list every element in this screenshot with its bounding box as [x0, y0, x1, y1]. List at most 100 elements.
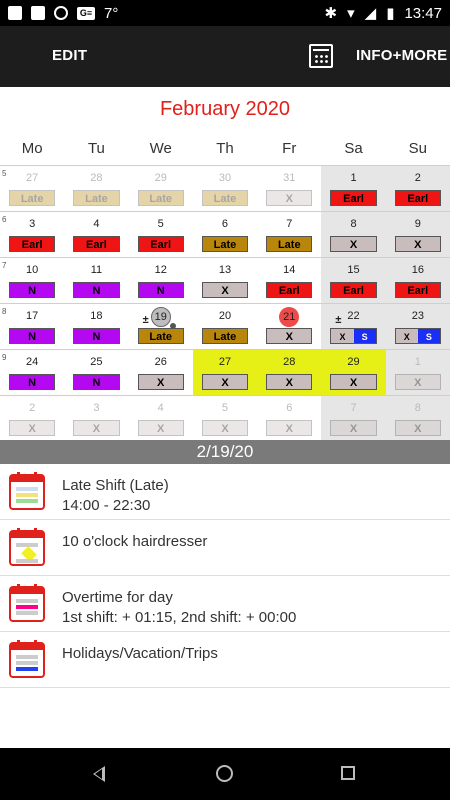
app-bar: EDIT INFO+MORE — [0, 26, 450, 87]
bluetooth-icon: ✱ — [324, 5, 338, 22]
day-number: 3 — [29, 218, 36, 230]
day-cell[interactable]: ±22 X S — [321, 304, 386, 350]
shift-badge: X — [201, 420, 249, 436]
day-cell[interactable]: 12 N — [129, 258, 193, 304]
shift-badge: X — [9, 420, 56, 436]
shift-badge: Earl — [394, 190, 441, 206]
day-cell[interactable]: 11 N — [64, 258, 128, 304]
event-title: Overtime for day — [62, 589, 173, 606]
day-cell[interactable]: 3X — [64, 396, 128, 442]
day-cell[interactable]: 27 X — [192, 350, 258, 396]
day-cell[interactable]: 6X — [257, 396, 321, 442]
weekday-label: Tu — [87, 140, 105, 157]
day-cell[interactable]: ±19 Late — [129, 304, 193, 350]
battery-icon: ▮ — [386, 5, 395, 22]
day-cell[interactable]: 31 X — [257, 166, 321, 212]
day-cell[interactable]: 2X — [0, 396, 64, 442]
wifi-icon: ▾ — [347, 5, 355, 22]
day-cell[interactable]: 1X — [385, 350, 450, 396]
weekday-label: Su — [408, 140, 427, 157]
day-cell[interactable]: 7 Late — [257, 212, 321, 258]
recents-icon[interactable] — [341, 766, 355, 780]
day-cell[interactable]: 7X — [321, 396, 386, 442]
shift-badge: Earl — [394, 282, 441, 298]
event-title: Late Shift (Late) — [62, 477, 169, 494]
day-number: 9 — [414, 218, 421, 230]
day-number: 6 — [286, 402, 293, 414]
clock: 13:47 — [404, 4, 442, 22]
week-row: 8 17 N 18 N ±19 Late 20 Late 21 X ±22 X S 23 X S — [0, 303, 450, 350]
week-number: 7 — [2, 261, 7, 270]
day-cell[interactable]: 2 Earl — [385, 166, 450, 212]
shift-badge: XS — [394, 328, 441, 344]
day-cell[interactable]: 29 Late — [129, 166, 193, 212]
status-bar: G≡ 7° ✱ ▾ ◢ ▮ 13:47 — [0, 0, 450, 26]
event-list: Late Shift (Late) 14:00 - 22:30 10 o'clock… — [0, 464, 450, 688]
event-item[interactable]: 10 o'clock hairdresser — [0, 520, 450, 576]
shift-badge-s: S — [417, 329, 440, 343]
day-number: 3 — [93, 402, 100, 414]
weekday-label: Mo — [21, 140, 43, 157]
day-cell[interactable]: 23 X S — [385, 304, 450, 350]
month-title[interactable]: February 2020 — [0, 98, 450, 121]
day-cell[interactable]: 10 N — [0, 258, 64, 304]
back-icon[interactable] — [93, 766, 105, 782]
overtime-calendar-icon — [9, 584, 45, 622]
temperature: 7° — [104, 4, 119, 22]
day-cell[interactable]: 5 Earl — [129, 212, 193, 258]
shift-badge: X — [330, 374, 377, 390]
shift-badge: X — [394, 420, 441, 436]
day-cell[interactable]: 6 Late — [193, 212, 257, 258]
day-number: 27 — [26, 172, 39, 184]
shift-badge: N — [9, 374, 56, 390]
event-item[interactable]: Late Shift (Late) 14:00 - 22:30 — [0, 464, 450, 520]
day-cell[interactable]: 29 X — [321, 350, 386, 396]
overtime-marker: ± — [142, 314, 149, 326]
day-cell[interactable]: 5X — [193, 396, 257, 442]
day-number: 29 — [347, 356, 360, 368]
day-cell[interactable]: 28 Late — [64, 166, 128, 212]
day-cell[interactable]: 30 Late — [193, 166, 257, 212]
shift-badge: Earl — [330, 282, 377, 298]
month-grid: 5 27 Late 28 Late 29 Late 30 Late 31 X 1 Earl 2 Earl 6 3… — [0, 165, 450, 442]
day-cell[interactable]: 16 Earl — [385, 258, 450, 304]
day-cell[interactable]: 8X — [321, 212, 386, 258]
day-cell[interactable]: 3 Earl — [0, 212, 64, 258]
day-number: 31 — [283, 172, 296, 184]
day-cell[interactable]: 15 Earl — [321, 258, 386, 304]
shift-badge: X — [137, 420, 184, 436]
day-number: 8 — [414, 402, 421, 414]
day-cell[interactable]: 1 Earl — [321, 166, 386, 212]
day-number: 28 — [90, 172, 103, 184]
shift-badge: X — [137, 374, 184, 390]
day-cell[interactable]: 9X — [385, 212, 450, 258]
day-number: 26 — [154, 356, 167, 368]
home-icon[interactable] — [216, 765, 233, 782]
day-cell[interactable]: 8X — [385, 396, 450, 442]
day-cell[interactable]: 18 N — [64, 304, 128, 350]
shift-badge: Earl — [9, 236, 56, 252]
shift-badge: X — [394, 374, 441, 390]
event-item[interactable]: Holidays/Vacation/Trips — [0, 632, 450, 688]
calendar-icon[interactable] — [309, 44, 333, 68]
edit-button[interactable]: EDIT — [52, 47, 87, 64]
day-number: 8 — [350, 218, 357, 230]
day-cell[interactable]: 24 N — [0, 350, 64, 396]
info-more-button[interactable]: INFO+MORE — [356, 47, 447, 64]
day-cell[interactable]: 14 Earl — [257, 258, 321, 304]
day-number: 16 — [411, 264, 424, 276]
day-cell[interactable]: 17 N — [0, 304, 64, 350]
shift-badge: X — [266, 420, 313, 436]
day-cell[interactable]: 20 Late — [193, 304, 257, 350]
day-number: 22 — [347, 310, 360, 322]
day-cell[interactable]: 4 Earl — [64, 212, 128, 258]
day-cell[interactable]: 25 N — [64, 350, 128, 396]
day-cell[interactable]: 27 Late — [0, 166, 64, 212]
week-row: 7 10 N 11 N 12 N 13 X 14 Earl 15 Earl 16 Earl — [0, 257, 450, 304]
day-cell[interactable]: 13 X — [193, 258, 257, 304]
day-cell[interactable]: 21 X — [257, 304, 321, 350]
day-cell[interactable]: 26 X — [129, 350, 193, 396]
day-cell[interactable]: 28 X — [257, 350, 322, 396]
event-item[interactable]: Overtime for day 1st shift: + 01:15, 2nd … — [0, 576, 450, 632]
day-cell[interactable]: 4X — [129, 396, 193, 442]
